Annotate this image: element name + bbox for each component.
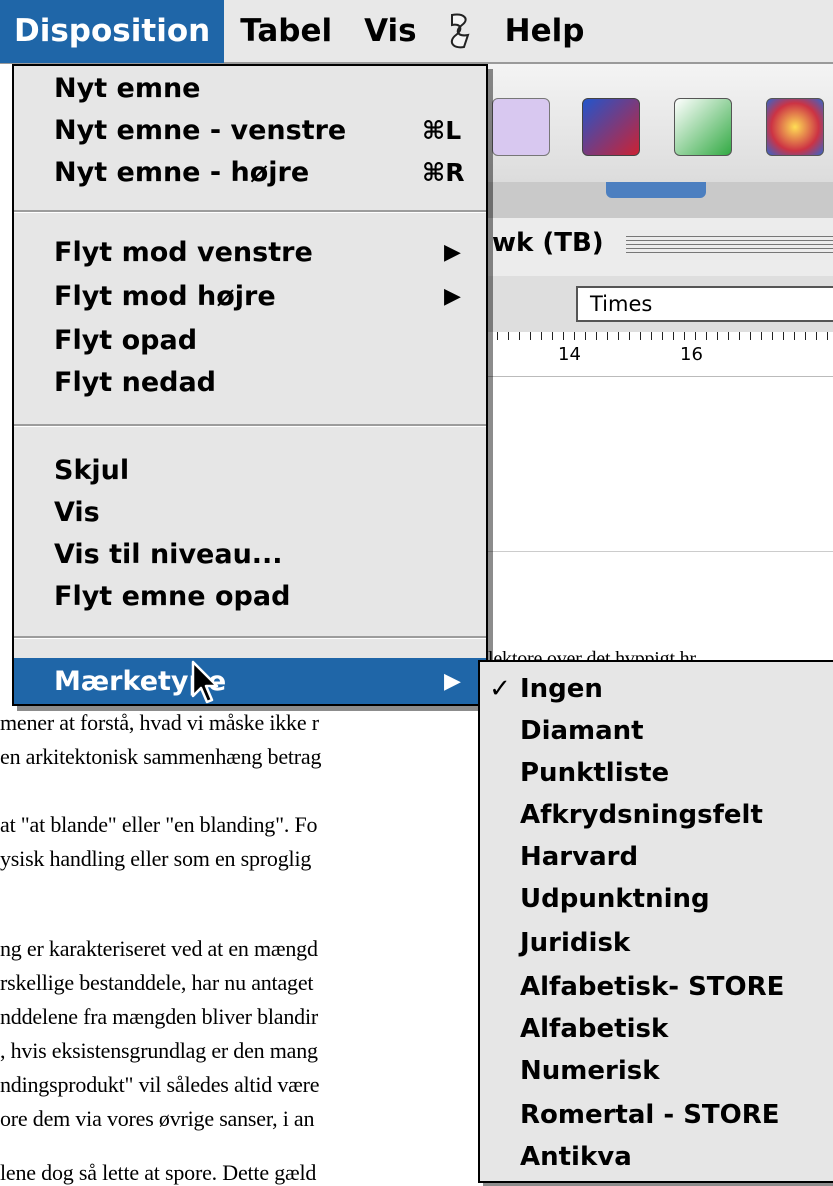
doc-line: lene dog så lette at spore. Dette gæld [0,1160,317,1185]
submenu-item-udpunktning[interactable]: Udpunktning [480,878,833,920]
menu-item-flyt-mod-venstre[interactable]: Flyt mod venstre ▶ [14,232,486,272]
document-window: wk (TB) Times 14 16 [486,64,833,664]
menu-item-flyt-opad[interactable]: Flyt opad [14,320,486,360]
submenu-item-ingen[interactable]: ✓ Ingen [480,668,833,710]
menu-item-maerketype[interactable]: Mærketype ▶ [14,658,486,704]
ruler: 14 16 [486,332,833,377]
maerketype-submenu: ✓ Ingen Diamant Punktliste Afkrydsningsf… [478,660,833,1183]
doc-line: at "at blande" eller "en blanding". Fo [0,812,318,837]
titlebar-stripes [626,236,833,256]
menu-separator [14,424,486,427]
menu-item-vis[interactable]: Vis [14,492,486,532]
ruler-ticks [486,332,833,340]
images-icon[interactable] [492,98,550,156]
shortcut-label: ⌘L [422,115,462,145]
submenu-item-punktliste[interactable]: Punktliste [480,752,833,794]
doc-line: ng er karakteriseret ved at en mængd [0,936,318,961]
menu-disposition[interactable]: Disposition [0,0,225,63]
doc-line: en arkitektonisk sammenhæng betrag [0,744,322,769]
menu-item-flyt-mod-hojre[interactable]: Flyt mod højre ▶ [14,276,486,316]
menu-tabel[interactable]: Tabel [224,0,348,63]
menu-item-vis-til-niveau[interactable]: Vis til niveau... [14,534,486,574]
submenu-item-alfabetisk-store[interactable]: Alfabetisk- STORE [480,966,833,1008]
menu-vis[interactable]: Vis [348,0,433,63]
menu-item-flyt-nedad[interactable]: Flyt nedad [14,362,486,402]
format-bar: Times [486,276,833,333]
menu-item-flyt-emne-opad[interactable]: Flyt emne opad [14,576,486,616]
menu-item-nyt-emne-venstre[interactable]: Nyt emne - venstre ⌘L [14,110,486,150]
doc-line: nddelene fra mængden bliver blandir [0,1004,319,1029]
font-field[interactable]: Times [576,286,833,322]
doc-line: ore dem via vores øvrige sanser, i an [0,1106,315,1131]
ruler-label-14: 14 [558,344,581,365]
shortcut-label: ⌘R [422,157,465,187]
chart-icon[interactable] [674,98,732,156]
doc-line: , hvis eksistensgrundlag er den mang [0,1038,318,1063]
submenu-arrow-icon: ▶ [444,283,461,309]
mouse-pointer-icon [191,660,219,704]
palette-icon[interactable] [766,98,824,156]
submenu-item-alfabetisk[interactable]: Alfabetisk [480,1008,833,1050]
menu-item-skjul[interactable]: Skjul [14,450,486,490]
menu-help[interactable]: Help [489,0,601,63]
submenu-item-antikva[interactable]: Antikva [480,1136,833,1178]
submenu-item-afkrydsningsfelt[interactable]: Afkrydsningsfelt [480,794,833,836]
toolbar [486,64,833,184]
menu-separator [14,210,486,213]
divider [486,551,833,552]
submenu-item-juridisk[interactable]: Juridisk [480,922,833,964]
menu-separator [14,636,486,639]
window-title: wk (TB) [492,228,604,258]
submenu-item-harvard[interactable]: Harvard [480,836,833,878]
window-tab[interactable] [606,182,706,198]
doc-line: rskellige bestanddele, har nu antaget [0,970,314,995]
submenu-item-diamant[interactable]: Diamant [480,710,833,752]
submenu-item-romertal-store[interactable]: Romertal - STORE [480,1094,833,1136]
menu-bar: Disposition Tabel Vis Help [0,0,833,64]
script-menu-icon[interactable] [433,0,489,63]
window-titlebar[interactable]: wk (TB) [486,218,833,277]
ruler-label-16: 16 [680,344,703,365]
menu-item-nyt-emne[interactable]: Nyt emne [14,68,486,108]
submenu-item-numerisk[interactable]: Numerisk [480,1050,833,1092]
submenu-arrow-icon: ▶ [444,239,461,265]
doc-line: ndingsprodukt" vil således altid være [0,1072,320,1097]
check-icon: ✓ [489,674,511,704]
book-icon[interactable] [582,98,640,156]
doc-line: ysisk handling eller som en sproglig [0,846,312,871]
menu-item-nyt-emne-hojre[interactable]: Nyt emne - højre ⌘R [14,152,486,192]
tab-strip [486,182,833,219]
disposition-menu: Nyt emne Nyt emne - venstre ⌘L Nyt emne … [12,64,488,706]
doc-line: mener at forstå, hvad vi måske ikke r [0,710,319,735]
